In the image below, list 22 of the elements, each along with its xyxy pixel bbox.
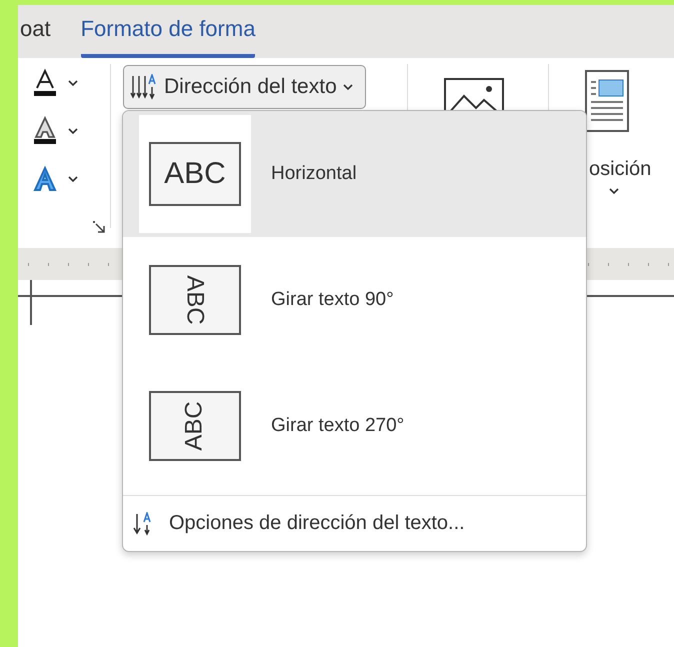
- text-effects-icon[interactable]: [32, 166, 58, 192]
- text-outline-icon[interactable]: [32, 116, 58, 146]
- position-icon[interactable]: [585, 70, 629, 132]
- menu-item[interactable]: Opciones de dirección del texto...: [123, 496, 586, 551]
- ribbon-tab[interactable]: oat: [20, 16, 51, 58]
- caret-icon[interactable]: [68, 79, 78, 87]
- menu-item[interactable]: ABC Girar texto 270°: [123, 363, 586, 489]
- text-direction-preview: ABC: [149, 142, 241, 206]
- menu-item[interactable]: ABC Horizontal: [123, 111, 586, 237]
- dialog-launcher-icon[interactable]: [92, 220, 106, 234]
- position-button[interactable]: osición: [589, 158, 652, 181]
- caret-icon[interactable]: [68, 127, 78, 135]
- caret-icon[interactable]: [68, 175, 78, 183]
- font-color-icon[interactable]: [32, 68, 58, 98]
- text-direction-button[interactable]: Dirección del texto: [123, 65, 366, 109]
- caret-icon[interactable]: [609, 187, 619, 195]
- text-direction-preview: ABC: [149, 391, 241, 461]
- caret-icon: [342, 83, 353, 91]
- menu-item[interactable]: ABC Girar texto 90°: [123, 237, 586, 363]
- text-direction-preview: ABC: [149, 265, 241, 335]
- text-direction-icon: [130, 74, 158, 100]
- ribbon-tab[interactable]: Formato de forma: [80, 16, 256, 58]
